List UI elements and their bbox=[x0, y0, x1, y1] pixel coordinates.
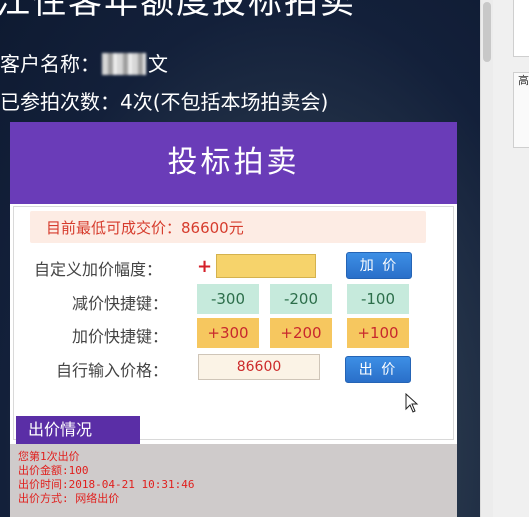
min-price-banner: 目前最低可成交价：86600元 bbox=[30, 211, 426, 243]
increase-100-button[interactable]: +100 bbox=[347, 318, 409, 348]
bid-button[interactable]: 出 价 bbox=[345, 356, 411, 383]
plus-sign: + bbox=[197, 256, 213, 277]
attempts-line: 已参拍次数：4次(不包括本场拍卖会) bbox=[0, 90, 329, 114]
decrease-label: 减价快捷键： bbox=[72, 294, 169, 313]
bid-history-line: 出价方式: 网络出价 bbox=[18, 492, 120, 505]
side-box-top bbox=[513, 0, 529, 57]
hero-title: 江住客年额度投标拍卖 bbox=[0, 0, 356, 22]
manual-price-input[interactable]: 86600 bbox=[198, 354, 320, 380]
min-price-text: 目前最低可成交价：86600元 bbox=[46, 219, 244, 237]
bid-auction-modal: 投标拍卖 目前最低可成交价：86600元 自定义加价幅度： + 加 价 减价快捷… bbox=[10, 122, 457, 517]
custom-raise-input[interactable] bbox=[216, 254, 316, 278]
mouse-pointer-icon bbox=[405, 393, 419, 413]
manual-price-label: 自行输入价格： bbox=[56, 361, 169, 380]
customer-label: 客户名称： bbox=[0, 52, 100, 76]
bid-status-tab[interactable]: 出价情况 bbox=[16, 416, 140, 444]
increase-300-button[interactable]: +300 bbox=[197, 318, 259, 348]
increase-200-button[interactable]: +200 bbox=[270, 318, 332, 348]
customer-name-line: 客户名称： 文 bbox=[0, 48, 168, 77]
modal-title: 投标拍卖 bbox=[10, 122, 457, 204]
decrease-100-button[interactable]: -100 bbox=[347, 284, 409, 314]
right-panel: 高 bbox=[480, 0, 529, 517]
bid-history-panel: 您第1次出价 出价金额:100 出价时间:2018-04-21 10:31:46… bbox=[10, 444, 457, 517]
vertical-scrollbar[interactable] bbox=[480, 0, 493, 517]
customer-name-visible: 文 bbox=[148, 52, 168, 76]
increase-label: 加价快捷键： bbox=[72, 327, 169, 346]
decrease-200-button[interactable]: -200 bbox=[270, 284, 332, 314]
scrollbar-thumb[interactable] bbox=[483, 2, 491, 62]
blurred-name bbox=[102, 53, 146, 75]
custom-raise-label: 自定义加价幅度： bbox=[34, 260, 163, 279]
decrease-300-button[interactable]: -300 bbox=[197, 284, 259, 314]
side-glyph: 高 bbox=[518, 74, 529, 87]
raise-button[interactable]: 加 价 bbox=[346, 252, 412, 279]
